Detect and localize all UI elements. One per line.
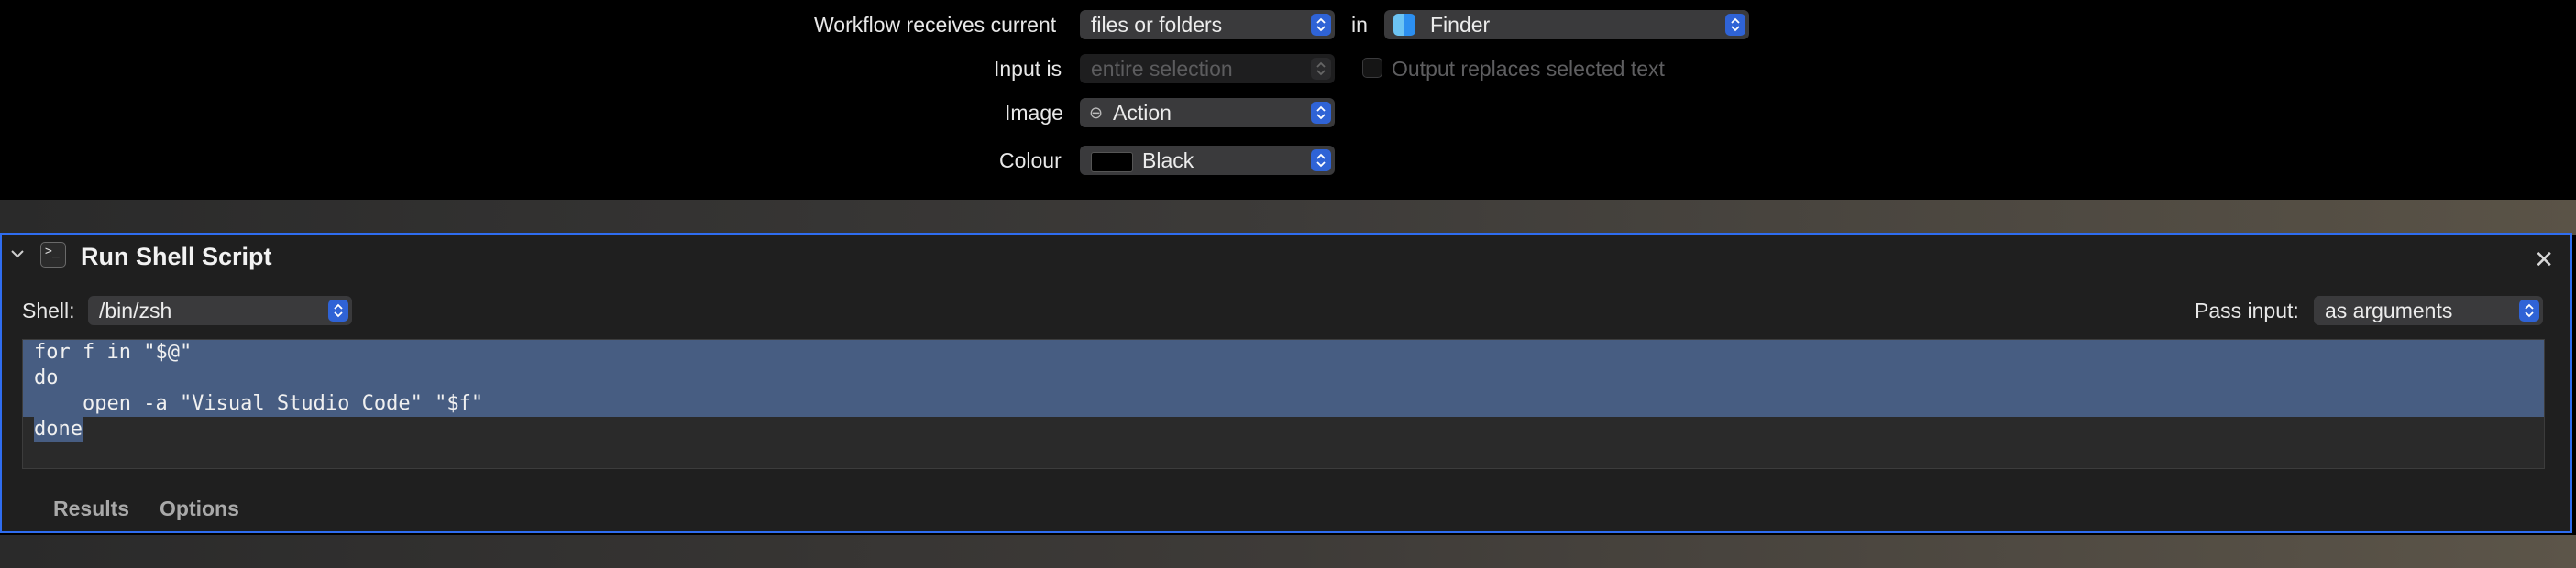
shell-popup[interactable]: /bin/zsh bbox=[88, 296, 352, 325]
pass-input-popup-value: as arguments bbox=[2325, 299, 2453, 322]
script-line: do bbox=[23, 366, 2544, 391]
workflow-background-lower bbox=[0, 535, 2576, 568]
output-replaces-checkbox[interactable] bbox=[1362, 58, 1382, 78]
finder-icon bbox=[1393, 14, 1415, 36]
workflow-background bbox=[0, 200, 2576, 235]
pass-input-popup[interactable]: as arguments bbox=[2314, 296, 2543, 325]
shell-label: Shell: bbox=[22, 299, 75, 322]
image-popup-value: Action bbox=[1113, 101, 1172, 125]
script-editor[interactable]: for f in "$@" do open -a "Visual Studio … bbox=[22, 339, 2545, 469]
action-title: Run Shell Script bbox=[81, 243, 272, 270]
in-label: in bbox=[1351, 13, 1368, 37]
pass-input-label: Pass input: bbox=[2195, 299, 2299, 322]
image-label: Image bbox=[1005, 101, 1063, 125]
colour-popup-value: Black bbox=[1142, 148, 1194, 172]
workflow-settings: Workflow receives current files or folde… bbox=[0, 0, 2576, 200]
script-line: for f in "$@" bbox=[23, 340, 2544, 366]
script-line: open -a "Visual Studio Code" "$f" bbox=[23, 391, 2544, 417]
input-is-popup[interactable]: entire selection bbox=[1080, 54, 1335, 83]
image-popup[interactable]: ⊖ Action bbox=[1080, 98, 1335, 127]
output-replaces-label: Output replaces selected text bbox=[1392, 57, 1665, 81]
input-is-popup-value: entire selection bbox=[1091, 57, 1233, 81]
script-line-last: done bbox=[23, 417, 2544, 442]
input-is-label: Input is bbox=[994, 57, 1062, 81]
tab-options[interactable]: Options bbox=[160, 497, 239, 521]
colour-popup[interactable]: Black bbox=[1080, 146, 1335, 175]
script-line: done bbox=[34, 417, 83, 442]
shell-popup-value: /bin/zsh bbox=[99, 299, 172, 322]
receives-popup[interactable]: files or folders bbox=[1080, 10, 1335, 39]
colour-label: Colour bbox=[999, 148, 1062, 172]
action-image-icon: ⊖ bbox=[1089, 104, 1104, 122]
application-popup[interactable]: Finder bbox=[1384, 10, 1749, 39]
application-popup-value: Finder bbox=[1430, 13, 1491, 37]
chevron-updown-icon bbox=[1311, 149, 1331, 171]
workflow-receives-label: Workflow receives current bbox=[814, 13, 1057, 37]
chevron-updown-icon bbox=[1311, 102, 1331, 124]
tab-results[interactable]: Results bbox=[53, 497, 129, 521]
receives-popup-value: files or folders bbox=[1091, 13, 1223, 37]
run-shell-script-action[interactable]: >_ Run Shell Script ✕ Shell: /bin/zsh Pa… bbox=[0, 233, 2572, 533]
chevron-updown-icon bbox=[2519, 300, 2539, 322]
close-icon[interactable]: ✕ bbox=[2534, 246, 2554, 274]
terminal-icon: >_ bbox=[40, 242, 66, 268]
chevron-updown-icon bbox=[1311, 14, 1331, 36]
chevron-updown-icon bbox=[1311, 58, 1331, 80]
chevron-updown-icon bbox=[328, 300, 348, 322]
chevron-down-icon[interactable] bbox=[9, 247, 26, 265]
colour-swatch bbox=[1091, 152, 1133, 172]
chevron-updown-icon bbox=[1725, 14, 1745, 36]
